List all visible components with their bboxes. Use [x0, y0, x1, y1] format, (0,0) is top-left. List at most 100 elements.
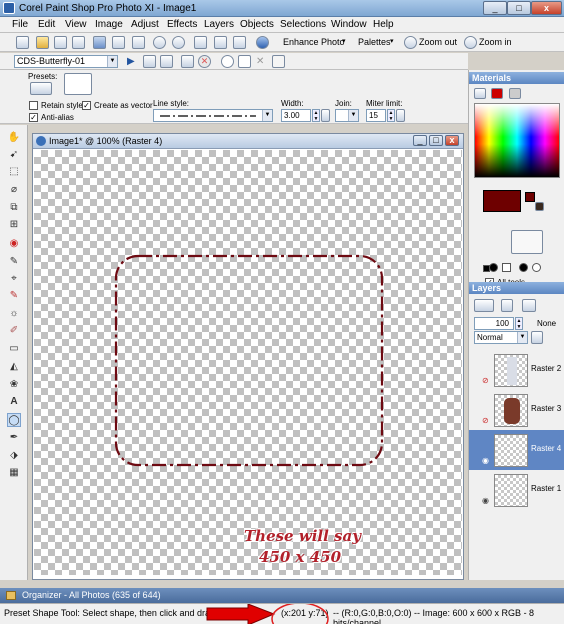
save-icon[interactable]	[93, 36, 106, 49]
fg-texture-icon[interactable]	[502, 263, 511, 272]
warp-icon[interactable]: ⬗	[7, 449, 21, 463]
scan-icon[interactable]	[132, 36, 145, 49]
eye-icon[interactable]: ◉	[482, 496, 489, 505]
color-spectrum[interactable]	[474, 103, 560, 178]
menu-view[interactable]: View	[65, 19, 87, 30]
eraser-icon[interactable]: ▭	[7, 342, 21, 356]
close-button[interactable]: x	[531, 1, 562, 15]
miter-stepper[interactable]: ▲ ▼	[387, 109, 395, 122]
shape-preview[interactable]	[64, 73, 92, 95]
menu-objects[interactable]: Objects	[240, 19, 274, 30]
menu-adjust[interactable]: Adjust	[131, 19, 159, 30]
layer-row-raster-3[interactable]: Raster 3 ⊘	[469, 390, 564, 430]
open-folder-icon[interactable]	[36, 36, 49, 49]
zoom-out-icon[interactable]	[404, 36, 417, 49]
straighten-icon[interactable]: ⊞	[7, 218, 21, 232]
lock-icon[interactable]	[531, 331, 543, 344]
width-stepper[interactable]: ▲ ▼	[312, 109, 320, 122]
preset-shape-icon[interactable]: ◯	[7, 413, 21, 427]
cancel-icon[interactable]: ✕	[198, 55, 211, 68]
dodge-icon[interactable]: ☼	[7, 307, 21, 321]
script-run-icon[interactable]	[143, 55, 156, 68]
pick-tool-icon[interactable]: ➹	[7, 148, 21, 162]
script-edit-icon[interactable]	[160, 55, 173, 68]
doc-minimize-button[interactable]: _	[413, 135, 427, 146]
selection-icon[interactable]: ⬚	[7, 165, 21, 179]
menu-file[interactable]: File	[12, 19, 28, 30]
redo-icon[interactable]	[172, 36, 185, 49]
camera-icon[interactable]	[72, 36, 85, 49]
presets-dropdown[interactable]	[30, 82, 52, 95]
width-input[interactable]: 3.00	[281, 109, 311, 122]
info-icon[interactable]	[256, 36, 269, 49]
pan-hand-icon[interactable]: ✋	[7, 131, 21, 145]
bg-texture-icon[interactable]	[532, 263, 541, 272]
browse-icon[interactable]	[54, 36, 67, 49]
dropper-icon[interactable]: ⌀	[7, 183, 21, 197]
opacity-input[interactable]: 100	[474, 317, 514, 330]
menu-image[interactable]: Image	[95, 19, 123, 30]
menu-layers[interactable]: Layers	[204, 19, 234, 30]
pen-icon[interactable]: ✒	[7, 431, 21, 445]
close-icon[interactable]: ✕	[256, 55, 269, 68]
doc-restore-button[interactable]: □	[429, 135, 443, 146]
eye-icon[interactable]: ◉	[482, 456, 489, 465]
frame-tab-icon[interactable]	[474, 88, 486, 99]
image-canvas[interactable]: These will say 450 x 450	[34, 150, 462, 575]
picture-tube-icon[interactable]: ❀	[7, 378, 21, 392]
record-icon[interactable]	[221, 55, 234, 68]
blend-ranges-label[interactable]: None	[537, 319, 556, 328]
default-colors-icon[interactable]	[483, 265, 490, 272]
menu-selections[interactable]: Selections	[280, 19, 326, 30]
foreground-swatch[interactable]	[483, 190, 521, 212]
preset-rounded-rectangle[interactable]	[114, 254, 384, 467]
script-record-icon[interactable]	[181, 55, 194, 68]
background-material[interactable]	[511, 230, 543, 254]
script-select[interactable]: CDS-Butterfly-01 ▼	[14, 55, 118, 68]
blend-mode-select[interactable]: Normal ▼	[474, 331, 528, 344]
miter-limit-input[interactable]: 15	[366, 109, 386, 122]
text-icon[interactable]: A	[7, 395, 21, 409]
opacity-stepper[interactable]: ▲ ▼	[515, 317, 523, 330]
join-select[interactable]: ▼	[335, 109, 359, 122]
crop-tool-icon[interactable]: ⧉	[7, 201, 21, 215]
crop-icon[interactable]	[194, 36, 207, 49]
menu-help[interactable]: Help	[373, 19, 394, 30]
layer-properties-icon[interactable]	[522, 299, 536, 312]
new-layer-icon[interactable]	[474, 299, 494, 312]
width-slider-icon[interactable]	[321, 109, 330, 122]
layer-row-raster-2[interactable]: Raster 2 ⊘	[469, 350, 564, 390]
palettes-menu[interactable]: Palettes	[358, 37, 391, 47]
menu-effects[interactable]: Effects	[167, 19, 197, 30]
undo-icon[interactable]	[153, 36, 166, 49]
play-icon[interactable]: ▶	[127, 55, 140, 68]
miter-slider-icon[interactable]	[396, 109, 405, 122]
background-swatch[interactable]	[525, 192, 535, 202]
save-script-icon[interactable]	[272, 55, 285, 68]
menu-edit[interactable]: Edit	[38, 19, 55, 30]
line-style-select[interactable]: ▼	[153, 109, 273, 122]
palette-icon[interactable]	[233, 36, 246, 49]
mesh-icon[interactable]: ▦	[7, 466, 21, 480]
zoom-out-button[interactable]: Zoom out	[419, 37, 457, 47]
visibility-off-icon[interactable]: ⊘	[482, 376, 489, 385]
makeover-icon[interactable]: ✎	[7, 255, 21, 269]
delete-layer-icon[interactable]	[501, 299, 513, 312]
paint-brush-icon[interactable]: ✎	[7, 289, 21, 303]
new-file-icon[interactable]	[16, 36, 29, 49]
red-eye-icon[interactable]: ◉	[7, 237, 21, 251]
organizer-bar[interactable]: Organizer - All Photos (635 of 644)	[0, 588, 564, 603]
zoom-in-icon[interactable]	[464, 36, 477, 49]
doc-close-button[interactable]: x	[445, 135, 459, 146]
enhance-photo-menu[interactable]: Enhance Photo	[283, 37, 345, 47]
print-icon[interactable]	[112, 36, 125, 49]
maximize-button[interactable]: □	[507, 1, 531, 15]
layer-row-raster-1[interactable]: Raster 1 ◉	[469, 470, 564, 510]
swatch-tab-icon[interactable]	[491, 88, 503, 99]
stop-icon[interactable]	[238, 55, 251, 68]
swap-colors-icon[interactable]	[535, 202, 544, 211]
layer-row-raster-4[interactable]: Raster 4 ◉	[469, 430, 564, 470]
create-vector-checkbox[interactable]: ✓	[82, 101, 91, 110]
fill-icon[interactable]: ◭	[7, 360, 21, 374]
bg-style-icon[interactable]	[519, 263, 528, 272]
